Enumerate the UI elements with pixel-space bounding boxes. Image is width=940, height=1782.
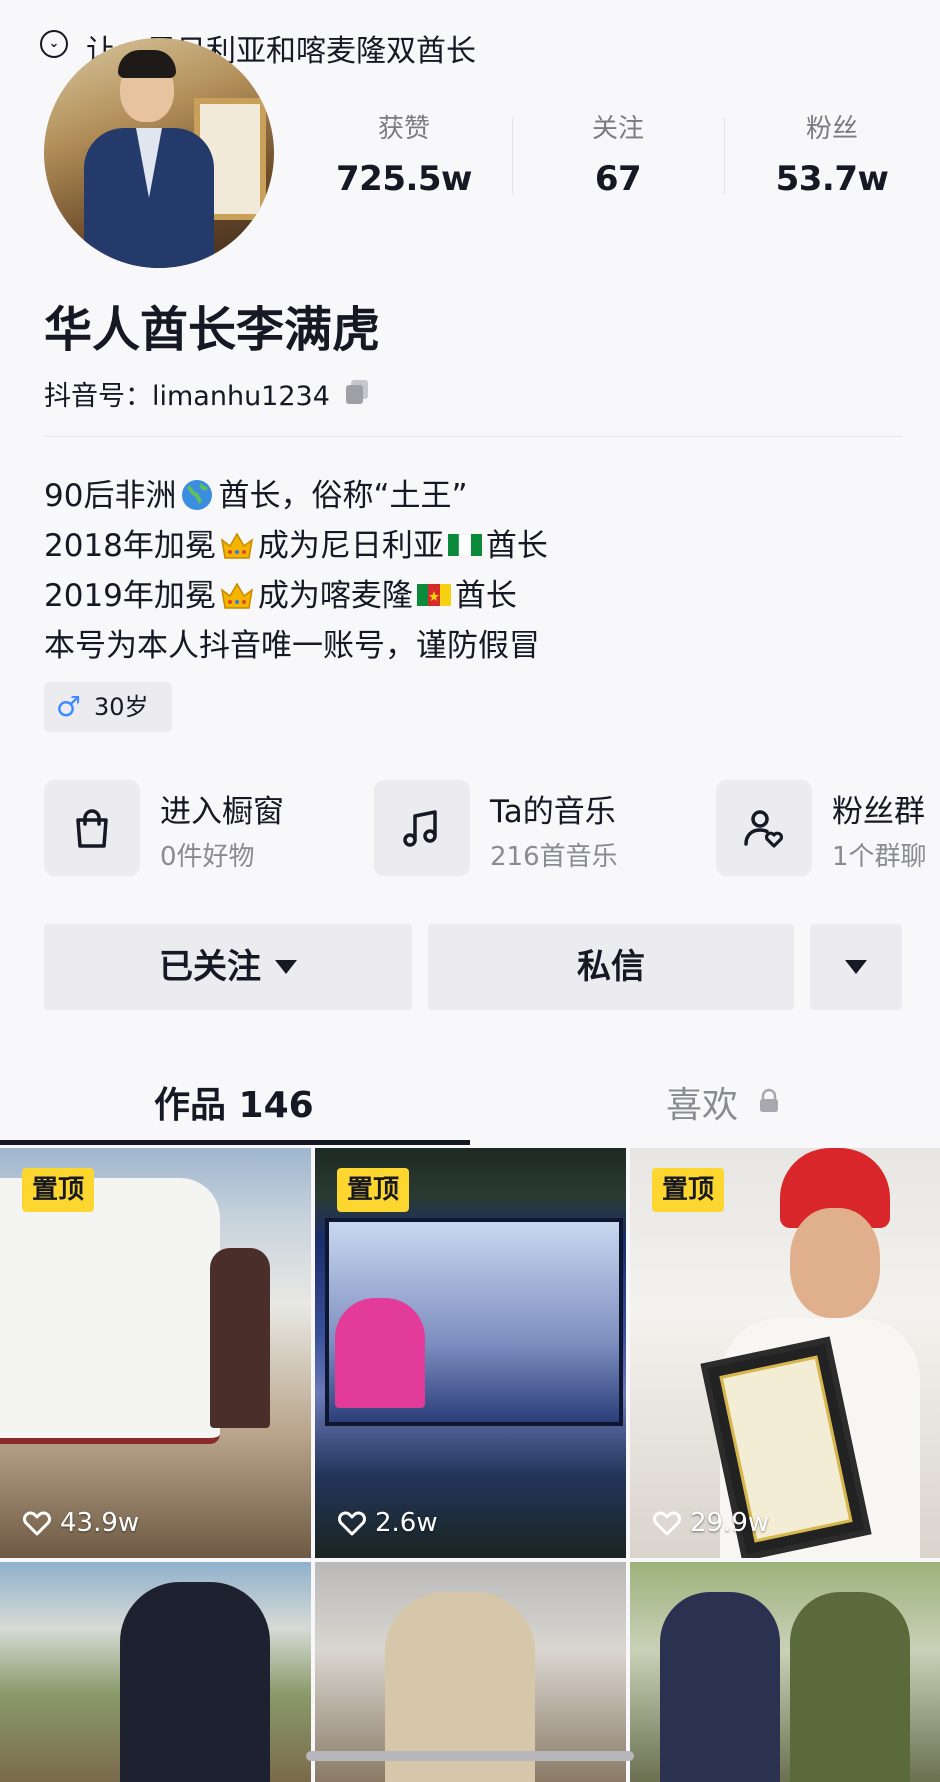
tab-works[interactable]: 作品 146 <box>0 1060 470 1146</box>
music-note-icon <box>403 810 437 847</box>
video-person-shape <box>660 1592 780 1782</box>
shortcut-subtitle: 0件好物 <box>160 842 255 872</box>
stat-label: 获赞 <box>377 114 430 144</box>
message-button[interactable]: 私信 <box>428 924 794 1010</box>
bio-text: 90后非洲 <box>44 478 177 514</box>
shortcut-subtitle: 216首音乐 <box>490 842 618 872</box>
message-label: 私信 <box>577 947 645 987</box>
video-thumbnail[interactable]: 置顶 29.9w <box>630 1148 940 1558</box>
video-likes: 2.6w <box>337 1508 438 1538</box>
divider <box>724 118 725 194</box>
more-options-button[interactable] <box>810 924 902 1010</box>
bio-text: 成为喀麦隆 <box>257 578 413 614</box>
bio-text: 酋长，俗称“土王” <box>218 478 468 514</box>
lock-icon <box>760 1088 778 1112</box>
video-person-shape <box>120 1582 270 1782</box>
pinned-badge: 置顶 <box>22 1168 95 1212</box>
stat-label: 关注 <box>591 114 644 144</box>
stat-label: 粉丝 <box>805 114 858 144</box>
bio-text: 酋长 <box>485 528 548 564</box>
video-likes: 43.9w <box>22 1508 139 1538</box>
tab-likes-label: 喜欢 <box>666 1085 739 1126</box>
following-button[interactable]: 已关注 <box>44 924 412 1010</box>
divider <box>44 436 902 437</box>
tab-likes[interactable]: 喜欢 <box>470 1060 940 1146</box>
avatar[interactable] <box>44 38 274 268</box>
douyin-id: 抖音号：limanhu1234 <box>44 381 330 412</box>
tab-active-underline <box>0 1140 470 1145</box>
bio-line-4: 本号为本人抖音唯一账号，谨防假冒 <box>44 620 540 665</box>
shopping-bag-icon <box>76 809 108 848</box>
shortcut-fan-group[interactable]: 粉丝群 1个群聊 <box>716 780 940 876</box>
nigeria-flag-icon <box>447 533 482 557</box>
crown-icon <box>220 532 253 559</box>
crown-icon <box>220 582 253 609</box>
tab-works-label: 作品 146 <box>154 1085 314 1126</box>
video-anchor-shape <box>335 1298 425 1408</box>
shortcut-icon-box <box>44 780 140 876</box>
video-car-shape <box>0 1178 220 1444</box>
copy-icon[interactable] <box>344 378 370 406</box>
stat-following[interactable]: 关注 67 <box>518 108 718 199</box>
video-thumbnail[interactable] <box>0 1562 311 1782</box>
heart-icon <box>23 1511 51 1536</box>
shortcut-title: Ta的音乐 <box>490 794 616 830</box>
pinned-badge: 置顶 <box>337 1168 410 1212</box>
stat-likes[interactable]: 获赞 725.5w <box>304 108 504 199</box>
heart-icon <box>338 1511 366 1536</box>
video-thumbnail[interactable] <box>315 1562 626 1782</box>
video-face <box>790 1208 880 1318</box>
bio-text: 2018年加冕 <box>44 528 216 564</box>
caret-down-icon <box>275 960 297 974</box>
shortcut-subtitle: 1个群聊 <box>832 842 927 872</box>
age-badge: ♂ 30岁 <box>44 682 172 732</box>
bio-text: 2019年加冕 <box>44 578 216 614</box>
bio-line-2: 2018年加冕 成为尼日利亚 酋长 <box>44 520 548 565</box>
video-likes: 29.9w <box>652 1508 769 1538</box>
bio-text: 酋长 <box>454 578 517 614</box>
video-likes-count: 29.9w <box>690 1508 770 1538</box>
profile-name: 华人酋长李满虎 <box>44 302 381 358</box>
bio-line-3: 2019年加冕 成为喀麦隆 酋长 <box>44 570 517 615</box>
caret-down-icon <box>845 960 867 974</box>
pinned-badge: 置顶 <box>652 1168 725 1212</box>
shortcut-title: 粉丝群 <box>832 794 925 830</box>
shortcut-icon-box <box>374 780 470 876</box>
shortcut-title: 进入橱窗 <box>160 794 284 830</box>
shortcut-shop-window[interactable]: 进入橱窗 0件好物 <box>44 780 344 876</box>
video-thumbnail[interactable]: 置顶 43.9w <box>0 1148 311 1558</box>
home-indicator[interactable] <box>306 1751 634 1761</box>
video-likes-count: 43.9w <box>60 1508 140 1538</box>
cameroon-flag-icon <box>416 584 451 606</box>
video-person-shape <box>210 1248 270 1428</box>
stat-value: 725.5w <box>336 159 472 199</box>
shortcut-music[interactable]: Ta的音乐 216首音乐 <box>374 780 674 876</box>
chevron-down-icon[interactable]: ⌄ <box>40 30 68 58</box>
stat-value: 67 <box>594 159 642 199</box>
video-thumbnail[interactable]: 置顶 2.6w <box>315 1148 626 1558</box>
bio-text: 成为尼日利亚 <box>257 528 444 564</box>
video-thumbnail[interactable] <box>630 1562 940 1782</box>
globe-icon <box>182 480 213 510</box>
avatar-hair <box>118 50 176 78</box>
bio-text: 本号为本人抖音唯一账号，谨防假冒 <box>44 628 540 664</box>
shortcut-icon-box <box>716 780 812 876</box>
stat-followers[interactable]: 粉丝 53.7w <box>732 108 932 199</box>
bio-line-1: 90后非洲 酋长，俗称“土王” <box>44 470 468 515</box>
fan-group-icon <box>744 810 784 848</box>
video-likes-count: 2.6w <box>375 1508 438 1538</box>
divider <box>512 118 513 194</box>
stat-value: 53.7w <box>775 159 889 199</box>
video-person-shape <box>790 1592 910 1782</box>
male-icon: ♂ <box>56 690 82 723</box>
age-text: 30岁 <box>94 693 149 721</box>
following-label: 已关注 <box>159 947 261 987</box>
heart-icon <box>653 1511 681 1536</box>
